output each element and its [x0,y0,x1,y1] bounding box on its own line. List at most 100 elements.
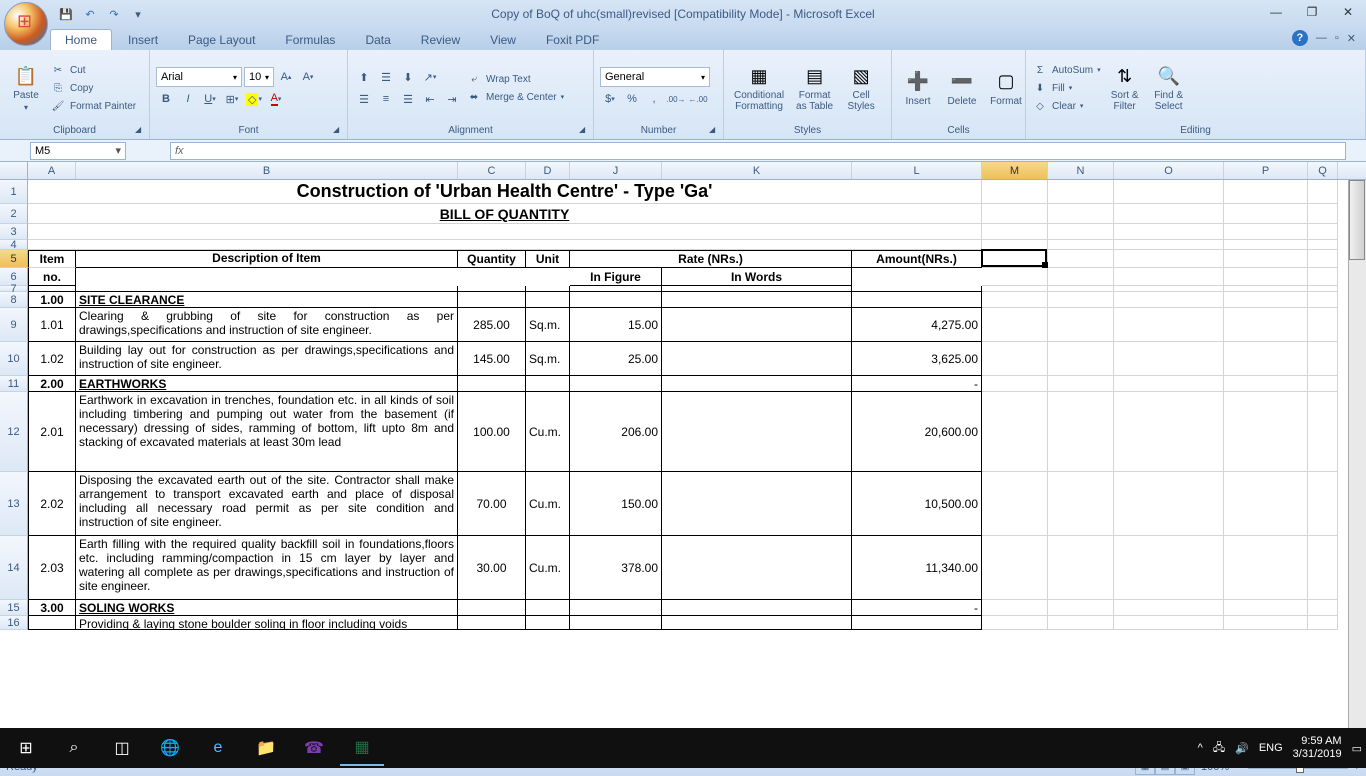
copy-button[interactable]: ⎘Copy [50,80,136,96]
cell[interactable] [1114,268,1224,286]
cell[interactable] [1224,292,1308,308]
cell[interactable]: 4,275.00 [852,308,982,342]
cell[interactable] [1224,536,1308,600]
column-header-o[interactable]: O [1114,162,1224,179]
cell[interactable]: 1.00 [28,292,76,308]
cell[interactable] [1224,268,1308,286]
column-header-p[interactable]: P [1224,162,1308,179]
cell[interactable] [662,342,852,376]
cell[interactable] [1308,600,1338,616]
cell[interactable] [1308,472,1338,536]
cell[interactable] [1308,308,1338,342]
maximize-button[interactable]: ❐ [1300,2,1324,22]
cell[interactable] [982,268,1048,286]
cell[interactable]: Item [28,250,76,268]
italic-button[interactable]: I [178,89,198,109]
align-center-button[interactable]: ≡ [376,89,396,109]
cell[interactable] [1114,180,1224,204]
start-button[interactable]: ⊞ [4,730,48,766]
cell[interactable]: Unit [526,250,570,268]
cell[interactable] [570,292,662,308]
number-launcher-icon[interactable]: ◢ [709,125,721,137]
row-header-5[interactable]: 5 [0,250,28,268]
cell[interactable] [526,600,570,616]
cell[interactable] [1048,224,1114,240]
cell[interactable] [1308,536,1338,600]
cell[interactable] [1114,308,1224,342]
cell[interactable] [1224,600,1308,616]
cell[interactable] [1308,268,1338,286]
align-bottom-button[interactable]: ⬇ [398,67,418,87]
cell[interactable] [1308,616,1338,630]
cell[interactable]: 145.00 [458,342,526,376]
cell[interactable]: BILL OF QUANTITY [28,204,982,224]
cell[interactable]: Building lay out for construction as per… [76,342,458,376]
cell[interactable]: - [852,376,982,392]
cell[interactable]: 2.01 [28,392,76,472]
row-header-9[interactable]: 9 [0,308,28,342]
cell[interactable]: Earthwork in excavation in trenches, fou… [76,392,458,472]
network-icon[interactable]: 🖧 [1213,739,1225,758]
cell[interactable] [1114,536,1224,600]
row-header-16[interactable]: 16 [0,616,28,630]
cell[interactable] [1224,392,1308,472]
wrap-text-button[interactable]: ⤶Wrap Text [466,71,564,87]
cell[interactable] [28,224,982,240]
cell[interactable]: Cu.m. [526,472,570,536]
font-size-combo[interactable]: 10▾ [244,67,274,87]
paste-button[interactable]: 📋 Paste ▾ [6,62,46,114]
tab-page-layout[interactable]: Page Layout [174,30,269,50]
cell[interactable]: Sq.m. [526,308,570,342]
cell[interactable] [1224,250,1308,268]
cell[interactable] [526,292,570,308]
cell[interactable] [982,224,1048,240]
cell[interactable] [982,616,1048,630]
cell[interactable] [982,292,1048,308]
cell[interactable]: Quantity [458,250,526,268]
cell[interactable] [1114,224,1224,240]
shrink-font-button[interactable]: A▾ [298,67,318,87]
scrollbar-thumb[interactable] [1349,180,1365,260]
cell[interactable] [1224,472,1308,536]
cell[interactable]: Description of Item [76,250,458,268]
cell[interactable]: 1.01 [28,308,76,342]
orientation-button[interactable]: ↗▾ [420,67,440,87]
cell[interactable] [1048,376,1114,392]
increase-indent-button[interactable]: ⇥ [442,89,462,109]
save-icon[interactable]: 💾 [56,5,76,23]
cell[interactable] [1114,204,1224,224]
cell[interactable] [1114,376,1224,392]
cell[interactable] [1224,224,1308,240]
tray-chevron-icon[interactable]: ^ [1198,742,1203,754]
cell[interactable] [662,616,852,630]
cell[interactable]: 30.00 [458,536,526,600]
align-middle-button[interactable]: ☰ [376,67,396,87]
cell[interactable] [1224,616,1308,630]
cell[interactable] [526,376,570,392]
cell[interactable]: In Words [662,268,852,286]
volume-icon[interactable]: 🔊 [1235,742,1249,755]
row-header-14[interactable]: 14 [0,536,28,600]
cell[interactable]: 206.00 [570,392,662,472]
tab-insert[interactable]: Insert [114,30,172,50]
font-name-combo[interactable]: Arial▾ [156,67,242,87]
insert-cells-button[interactable]: ➕Insert [898,68,938,109]
cell[interactable]: 10,500.00 [852,472,982,536]
column-header-k[interactable]: K [662,162,852,179]
align-top-button[interactable]: ⬆ [354,67,374,87]
minimize-button[interactable]: — [1264,2,1288,22]
percent-button[interactable]: % [622,89,642,109]
row-header-1[interactable]: 1 [0,180,28,204]
cell[interactable] [1224,308,1308,342]
number-format-combo[interactable]: General▾ [600,67,710,87]
ribbon-close-icon[interactable]: ✕ [1347,32,1356,45]
cell[interactable] [982,250,1048,268]
cell[interactable]: 378.00 [570,536,662,600]
column-header-j[interactable]: J [570,162,662,179]
cell[interactable] [1048,308,1114,342]
cell[interactable] [1224,240,1308,250]
clear-button[interactable]: ◇Clear▾ [1032,98,1101,114]
search-button[interactable]: ⌕ [52,730,96,766]
grow-font-button[interactable]: A▴ [276,67,296,87]
help-icon[interactable]: ? [1292,30,1308,46]
